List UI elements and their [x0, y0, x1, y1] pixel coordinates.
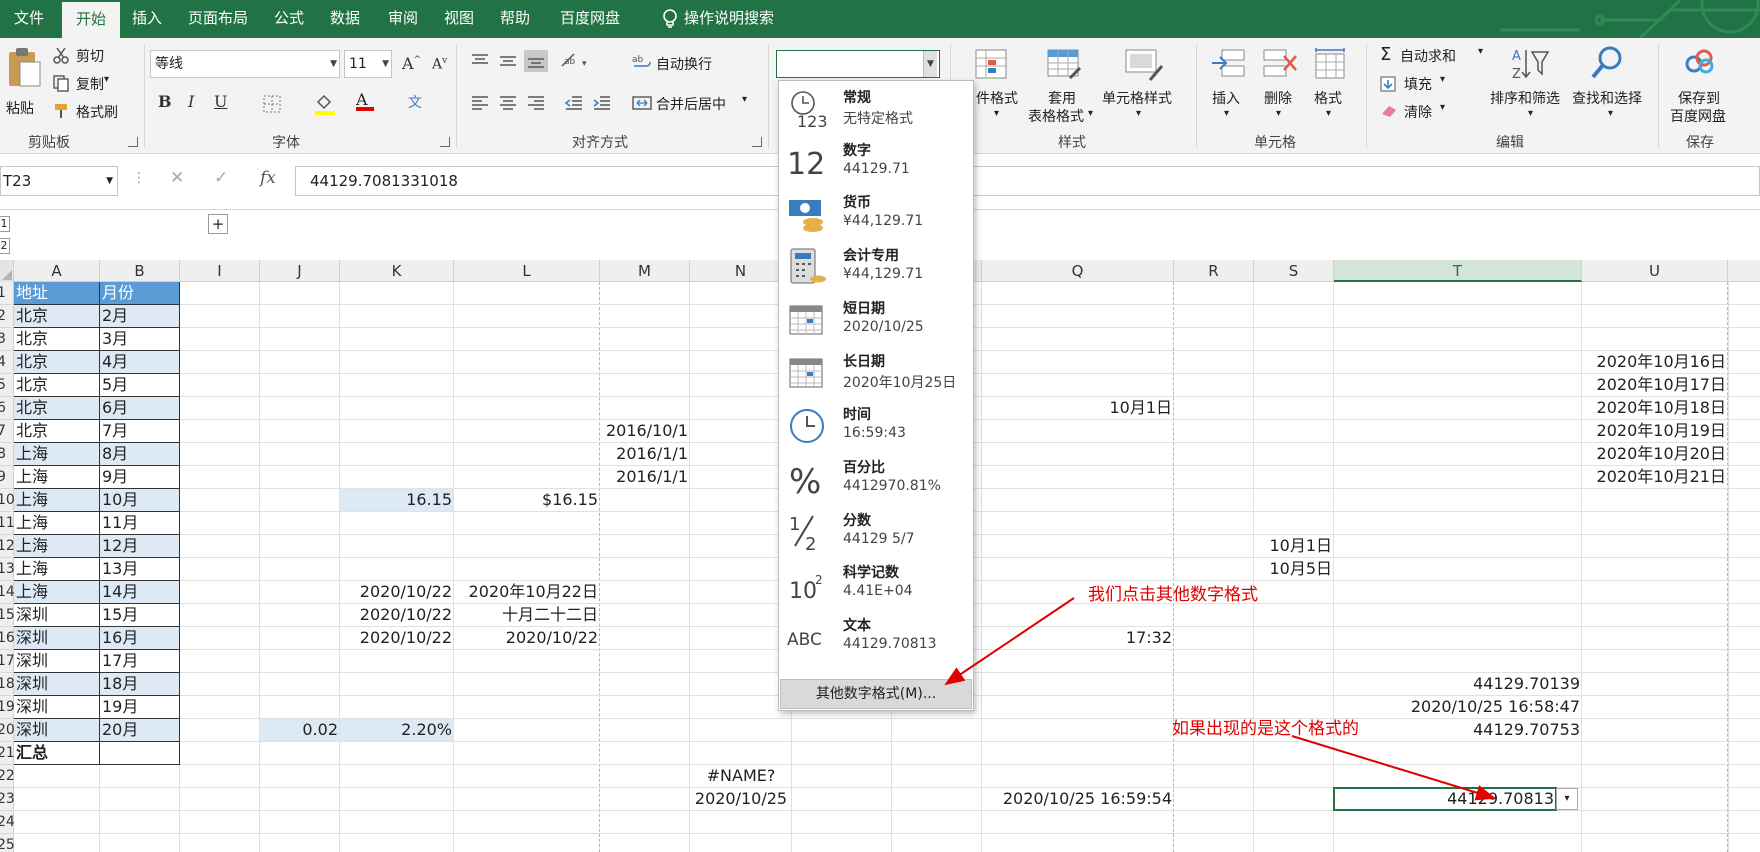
annotation-if-this-format: 如果出现的是这个格式的 [1172, 719, 1359, 739]
excel-window: 文件 开始 插入 页面布局 公式 数据 审阅 视图 帮助 百度网盘 操作说明搜索… [0, 0, 1760, 852]
annotation-click-more-formats: 我们点击其他数字格式 [1088, 585, 1258, 605]
annotation-arrows [944, 597, 1496, 801]
arrow-to-more-formats-icon [944, 597, 1075, 686]
arrow-to-cell-t23-icon [1291, 735, 1496, 801]
